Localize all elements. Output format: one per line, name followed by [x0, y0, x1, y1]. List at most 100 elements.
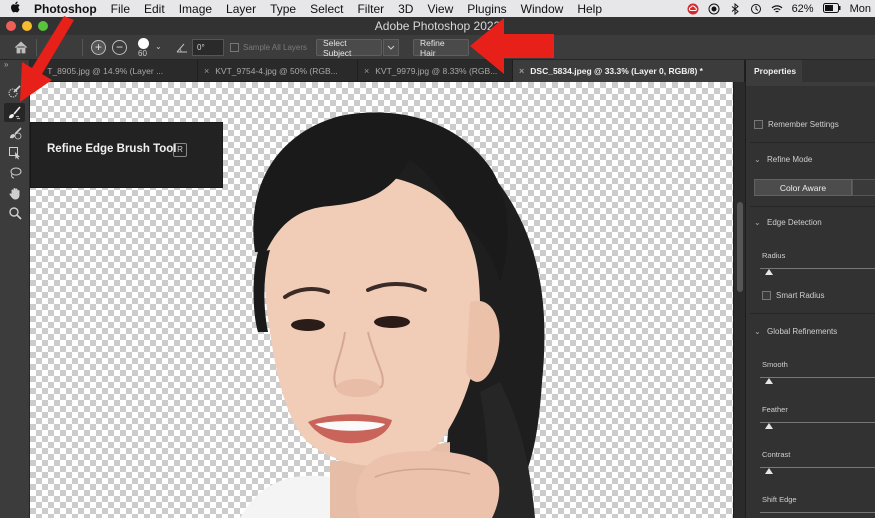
feather-label: Feather	[762, 405, 788, 414]
select-subject-dropdown[interactable]	[383, 39, 399, 56]
zoom-tool[interactable]	[4, 203, 25, 222]
menu-image[interactable]: Image	[172, 2, 219, 16]
remember-settings-checkbox[interactable]	[754, 120, 763, 129]
tab-document-2[interactable]: × KVT_9754-4.jpg @ 50% (RGB...	[198, 60, 358, 82]
add-icon: +	[91, 40, 106, 55]
bluetooth-icon[interactable]	[729, 2, 741, 15]
shift-edge-slider[interactable]	[760, 512, 875, 513]
chevron-down-icon: ⌄	[754, 218, 761, 227]
feather-slider-handle[interactable]	[765, 423, 773, 429]
global-refinements-section[interactable]: ⌄ Global Refinements	[754, 327, 837, 336]
menu-window[interactable]: Window	[514, 2, 571, 16]
lasso-icon	[10, 167, 21, 178]
smooth-label: Smooth	[762, 360, 788, 369]
edge-detection-section[interactable]: ⌄ Edge Detection	[754, 218, 822, 227]
brush-picker-chevron-icon[interactable]: ⌄	[155, 42, 162, 51]
contrast-label: Contrast	[762, 450, 791, 459]
canvas-vertical-scrollbar[interactable]	[733, 82, 745, 518]
apple-icon[interactable]	[0, 1, 30, 16]
panel-divider	[750, 313, 875, 314]
remember-settings-label: Remember Settings	[768, 120, 839, 129]
menubar-status: 62% Mon	[687, 0, 875, 17]
sample-all-layers-box[interactable]	[230, 43, 239, 52]
window-title: Adobe Photoshop 2022	[374, 19, 501, 33]
radius-slider[interactable]	[760, 268, 875, 269]
smart-radius-option[interactable]: Smart Radius	[762, 291, 824, 300]
tab-label: DSC_5834.jpeg @ 33.3% (Layer 0, RGB/8) *	[530, 66, 703, 76]
menu-filter[interactable]: Filter	[350, 2, 391, 16]
record-icon[interactable]	[708, 3, 720, 15]
mac-menubar: Photoshop File Edit Image Layer Type Sel…	[0, 0, 875, 17]
battery-icon[interactable]	[822, 2, 841, 15]
color-aware-button[interactable]: Color Aware	[754, 179, 852, 196]
tool-tooltip: Refine Edge Brush Tool R	[30, 122, 223, 188]
annotation-arrow-refine-hair	[470, 18, 554, 74]
document-tabs: × T_8905.jpg @ 14.9% (Layer ... × KVT_97…	[30, 60, 745, 82]
sync-icon[interactable]	[750, 3, 762, 15]
subtract-icon: −	[112, 40, 127, 55]
zoom-icon	[8, 206, 22, 220]
menu-plugins[interactable]: Plugins	[460, 2, 513, 16]
refine-hair-button[interactable]: Refine Hair	[413, 38, 469, 58]
menu-edit[interactable]: Edit	[137, 2, 172, 16]
refine-mode-section[interactable]: ⌄ Refine Mode	[754, 155, 812, 164]
tooltip-shortcut-key: R	[173, 143, 187, 157]
chevron-down-icon: ⌄	[754, 155, 761, 164]
brush-preview[interactable]	[138, 38, 149, 49]
lasso-tool[interactable]	[4, 163, 25, 182]
refine-mode-label: Refine Mode	[767, 155, 813, 164]
menu-file[interactable]: File	[104, 2, 137, 16]
menu-type[interactable]: Type	[263, 2, 303, 16]
close-tab-icon[interactable]: ×	[204, 66, 209, 76]
sample-all-layers-label: Sample All Layers	[243, 43, 308, 52]
refine-edge-brush-icon	[9, 106, 21, 120]
options-bar: + − 60 ⌄ 0° Sample All Layers Select Sub…	[0, 35, 875, 60]
object-selection-icon	[8, 146, 20, 159]
creative-cloud-icon[interactable]	[687, 3, 699, 15]
subtract-from-selection-button[interactable]: −	[111, 39, 128, 56]
menu-3d[interactable]: 3D	[391, 2, 420, 16]
menu-layer[interactable]: Layer	[219, 2, 263, 16]
contrast-slider-handle[interactable]	[765, 468, 773, 474]
add-to-selection-button[interactable]: +	[90, 39, 107, 56]
brush-tool[interactable]	[4, 123, 25, 142]
options-divider	[82, 39, 83, 56]
smart-radius-checkbox[interactable]	[762, 291, 771, 300]
battery-percent: 62%	[791, 2, 814, 15]
clock: Mon	[849, 2, 871, 15]
tooltip-text: Refine Edge Brush Tool	[47, 143, 177, 155]
object-selection-tool[interactable]	[4, 143, 25, 162]
chevron-down-icon	[387, 45, 395, 50]
properties-tab[interactable]: Properties	[746, 60, 802, 82]
menu-select[interactable]: Select	[303, 2, 350, 16]
menu-app-name[interactable]: Photoshop	[30, 2, 104, 16]
smooth-slider[interactable]	[760, 377, 875, 378]
wifi-icon[interactable]	[771, 3, 783, 15]
object-aware-button[interactable]	[852, 179, 875, 196]
menu-help[interactable]: Help	[570, 2, 609, 16]
chevron-down-icon: ⌄	[754, 327, 761, 336]
close-tab-icon[interactable]: ×	[364, 66, 369, 76]
sample-all-layers-checkbox[interactable]: Sample All Layers	[230, 39, 307, 56]
smart-radius-label: Smart Radius	[776, 291, 825, 300]
menu-view[interactable]: View	[420, 2, 460, 16]
edge-detection-label: Edge Detection	[767, 218, 822, 227]
hand-tool[interactable]	[4, 183, 25, 202]
properties-panel: Properties Remember Settings ⌄ Refine Mo…	[745, 60, 875, 518]
angle-field[interactable]: 0°	[192, 39, 224, 56]
shift-edge-label: Shift Edge	[762, 495, 797, 504]
panel-divider	[750, 206, 875, 207]
select-subject-button[interactable]: Select Subject	[316, 38, 382, 58]
annotation-arrow-toolbar	[20, 16, 74, 102]
properties-header-strip	[746, 82, 875, 86]
smooth-slider-handle[interactable]	[765, 378, 773, 384]
remember-settings-option[interactable]: Remember Settings	[754, 120, 839, 129]
brush-size-value: 60	[138, 49, 147, 58]
scrollbar-thumb[interactable]	[737, 202, 743, 292]
toolbar-collapse-icon[interactable]: »	[4, 60, 8, 69]
contrast-slider[interactable]	[760, 467, 875, 468]
refine-mode-toggle: Color Aware	[754, 179, 875, 196]
radius-slider-handle[interactable]	[765, 269, 773, 275]
brush-icon	[9, 126, 22, 139]
feather-slider[interactable]	[760, 422, 875, 423]
